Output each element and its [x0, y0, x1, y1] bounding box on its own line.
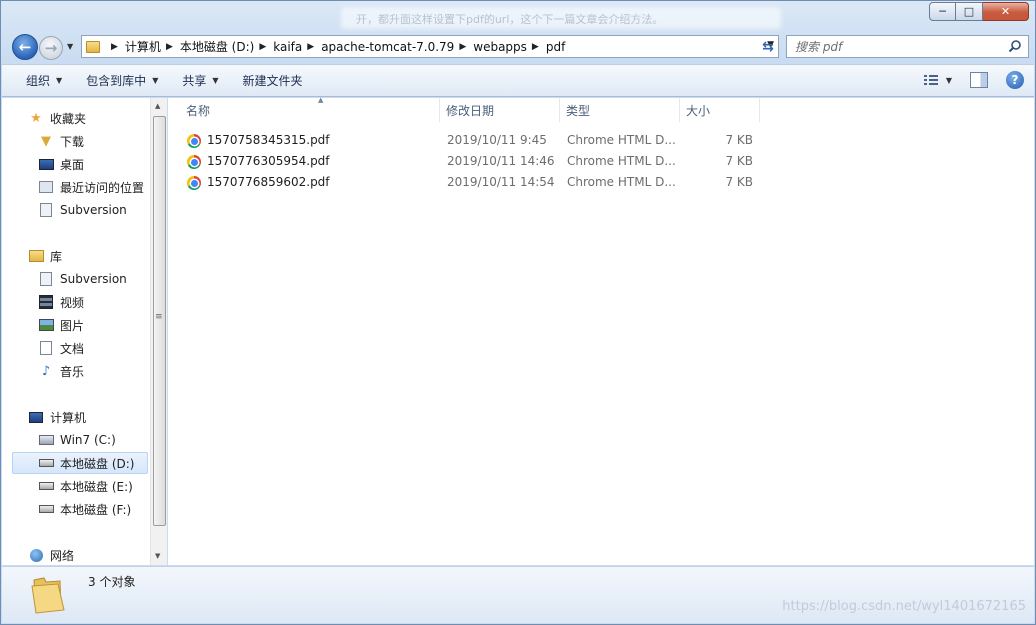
share-label: 共享 [182, 74, 207, 88]
breadcrumb-tomcat[interactable]: apache-tomcat-7.0.79 [321, 40, 454, 54]
search-icon[interactable] [1008, 39, 1022, 53]
include-in-library-label: 包含到库中 [86, 74, 147, 88]
back-arrow-icon: ← [18, 38, 32, 56]
folder-icon [31, 577, 65, 614]
breadcrumb-pdf[interactable]: pdf [546, 40, 565, 54]
breadcrumb-drive-d[interactable]: 本地磁盘 (D:) [180, 38, 254, 55]
network-icon [28, 547, 44, 563]
chrome-pdf-icon [187, 176, 201, 190]
subversion-icon [38, 271, 54, 287]
window-controls: ─ □ ✕ [929, 2, 1029, 21]
file-date: 2019/10/11 14:46 [447, 154, 555, 168]
hard-drive-icon [38, 478, 54, 494]
chevron-right-icon[interactable]: ▶ [166, 42, 173, 52]
subversion-icon [38, 202, 54, 218]
back-button[interactable]: ← [12, 34, 38, 60]
caret-down-icon: ▼ [212, 76, 219, 85]
file-size: 7 KB [725, 154, 753, 168]
toolbar-right-group: ▼ ? [922, 71, 1024, 89]
recent-places-icon [38, 179, 54, 195]
new-folder-label: 新建文件夹 [242, 74, 303, 88]
chevron-right-icon[interactable]: ▶ [307, 42, 314, 52]
breadcrumb-webapps[interactable]: webapps [473, 40, 527, 54]
hard-drive-icon [38, 455, 54, 471]
file-type: Chrome HTML D... [567, 133, 676, 147]
column-header-type[interactable]: 类型 [560, 98, 680, 122]
preview-pane-icon[interactable] [970, 72, 988, 88]
windows-drive-icon [38, 432, 54, 448]
computer-icon [28, 409, 44, 425]
organize-menu[interactable]: 组织 ▼ [26, 72, 62, 89]
watermark-text: https://blog.csdn.net/wyl1401672165 [782, 599, 1026, 614]
caret-down-icon: ▼ [152, 76, 159, 85]
scroll-grip-icon: ≡ [155, 312, 163, 322]
help-icon[interactable]: ? [1006, 71, 1024, 89]
file-type: Chrome HTML D... [567, 154, 676, 168]
file-name: 1570776305954.pdf [207, 154, 330, 168]
file-name: 1570758345315.pdf [207, 133, 330, 147]
file-size: 7 KB [725, 175, 753, 189]
scroll-down-icon[interactable]: ▼ [155, 552, 160, 560]
document-icon [38, 340, 54, 356]
refresh-button[interactable]: ⇆ [756, 35, 780, 58]
window-title: 开，都升面这样设置下pdf的url，这个下一篇文章会介绍方法。 [356, 13, 664, 26]
desktop-icon [38, 156, 54, 172]
file-row[interactable]: 1570758345315.pdf 2019/10/11 9:45 Chrome… [182, 131, 762, 151]
refresh-icon: ⇆ [762, 38, 774, 55]
chevron-right-icon[interactable]: ▶ [459, 42, 466, 52]
include-in-library-menu[interactable]: 包含到库中 ▼ [86, 72, 158, 89]
hard-drive-icon [38, 501, 54, 517]
sidebar-item-drive-d[interactable]: 本地磁盘 (D:) [12, 452, 148, 474]
forward-button[interactable]: → [39, 36, 63, 60]
organize-label: 组织 [26, 74, 51, 88]
address-bar[interactable]: ▶ 计算机 ▶ 本地磁盘 (D:) ▶ kaifa ▶ apache-tomca… [81, 35, 779, 58]
column-header-name[interactable]: ▲ 名称 [180, 96, 440, 122]
file-date: 2019/10/11 14:54 [447, 175, 555, 189]
file-row[interactable]: 1570776305954.pdf 2019/10/11 14:46 Chrom… [182, 152, 762, 172]
breadcrumb: ▶ 计算机 ▶ 本地磁盘 (D:) ▶ kaifa ▶ apache-tomca… [106, 38, 565, 55]
sidebar-scrollbar[interactable]: ▲ ≡ ▼ [150, 98, 167, 565]
column-header-date[interactable]: 修改日期 [440, 98, 560, 122]
library-icon [28, 248, 44, 264]
star-icon: ★ [30, 110, 42, 126]
item-count: 3 个对象 [88, 575, 136, 589]
file-size: 7 KB [725, 133, 753, 147]
command-toolbar: 组织 ▼ 包含到库中 ▼ 共享 ▼ 新建文件夹 ▼ ? [2, 64, 1034, 97]
search-input[interactable] [795, 39, 1005, 54]
scroll-up-icon[interactable]: ▲ [155, 102, 160, 110]
share-menu[interactable]: 共享 ▼ [182, 72, 218, 89]
breadcrumb-computer[interactable]: 计算机 [125, 38, 161, 55]
status-bar: 3 个对象 https://blog.csdn.net/wyl140167216… [2, 566, 1034, 623]
minimize-button[interactable]: ─ [929, 2, 956, 21]
breadcrumb-kaifa[interactable]: kaifa [273, 40, 302, 54]
view-options-dropdown[interactable]: ▼ [946, 76, 952, 85]
explorer-window: 开，都升面这样设置下pdf的url，这个下一篇文章会介绍方法。 ─ □ ✕ ← … [0, 0, 1036, 625]
caret-down-icon: ▼ [56, 76, 63, 85]
search-box[interactable] [786, 35, 1029, 58]
recent-pages-dropdown[interactable]: ▼ [67, 42, 73, 51]
downloads-folder-icon: ▼ [41, 133, 51, 149]
chrome-pdf-icon [187, 134, 201, 148]
maximize-button[interactable]: □ [956, 2, 983, 21]
chevron-right-icon[interactable]: ▶ [532, 42, 539, 52]
sort-ascending-icon: ▲ [318, 96, 324, 104]
music-note-icon: ♪ [41, 363, 51, 379]
file-name: 1570776859602.pdf [207, 175, 330, 189]
folder-icon [86, 40, 100, 53]
file-type: Chrome HTML D... [567, 175, 676, 189]
chevron-right-icon[interactable]: ▶ [259, 42, 266, 52]
film-icon [38, 294, 54, 310]
new-folder-button[interactable]: 新建文件夹 [243, 72, 303, 89]
forward-arrow-icon: → [44, 39, 58, 57]
picture-icon [38, 317, 54, 333]
chevron-right-icon[interactable]: ▶ [111, 42, 118, 52]
file-list-pane: ▲ 名称 修改日期 类型 大小 1570758345315.pdf 2019/1… [168, 96, 1034, 565]
chrome-pdf-icon [187, 155, 201, 169]
view-options-icon[interactable] [922, 71, 942, 89]
close-button[interactable]: ✕ [983, 2, 1029, 21]
column-header-size[interactable]: 大小 [680, 98, 760, 122]
file-row[interactable]: 1570776859602.pdf 2019/10/11 14:54 Chrom… [182, 173, 762, 193]
navigation-pane: ★ 收藏夹 ▼ 下载 桌面 最近访问的位置 Subversion 库 Subve… [2, 98, 167, 565]
file-date: 2019/10/11 9:45 [447, 133, 547, 147]
